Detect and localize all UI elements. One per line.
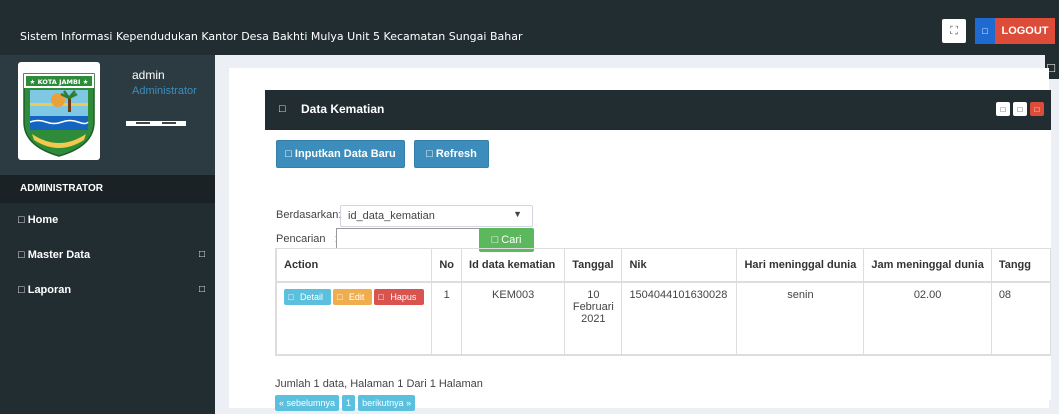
box-title: Data Kematian — [301, 102, 385, 116]
cell-id: KEM003 — [461, 281, 566, 354]
action-cell: □ Detail □ Edit □ Hapus — [276, 281, 433, 354]
add-data-button[interactable]: □ Inputkan Data Baru — [276, 140, 405, 168]
logout-button[interactable]: □ LOGOUT — [975, 18, 1055, 44]
cell-tanggal-2: 08 — [990, 281, 1051, 354]
master-data-icon: □ — [18, 249, 25, 261]
table-header-row: Action No Id data kematian Tanggal Nik H… — [276, 248, 1051, 283]
column-header: No — [431, 248, 463, 283]
row-actions: □ Detail □ Edit □ Hapus — [284, 288, 425, 305]
logout-label: LOGOUT — [995, 18, 1055, 44]
box-tools: □ □ □ — [996, 102, 1044, 116]
pagination: « sebelumnya 1 berikutnya » — [275, 395, 416, 411]
user-panel: ★ KOTA JAMBI ★ admin Administrator — [0, 55, 215, 175]
data-table: Action No Id data kematian Tanggal Nik H… — [276, 248, 1051, 354]
app-title: Sistem Informasi Kependudukan Kantor Des… — [20, 30, 523, 43]
box-header: □ Data Kematian □ □ □ — [265, 90, 1051, 130]
sidebar-item-laporan[interactable]: □ Laporan □ — [0, 273, 215, 308]
sidebar-item-home[interactable]: □ Home — [0, 203, 215, 238]
user-role: Administrator — [132, 85, 197, 97]
data-kematian-box: □ Data Kematian □ □ □ □ Inputkan Data Ba… — [265, 90, 1051, 411]
chevron-icon: □ — [198, 249, 205, 260]
column-header: Tanggal — [564, 248, 623, 283]
cell-tanggal: 10 Februari 2021 — [564, 281, 623, 354]
search-icon: □ — [491, 234, 502, 246]
column-header: Id data kematian — [461, 248, 566, 283]
menu-header: ADMINISTRATOR — [0, 175, 215, 203]
edit-button[interactable]: □ Edit — [332, 288, 373, 305]
column-header: Action — [276, 248, 433, 283]
sidebar-item-master-data[interactable]: □ Master Data □ — [0, 238, 215, 273]
expand-icon[interactable]: ⛶ — [942, 19, 966, 43]
top-navbar: Sistem Informasi Kependudukan Kantor Des… — [0, 0, 1059, 55]
user-name: admin — [132, 68, 165, 82]
refresh-label: Refresh — [435, 148, 477, 160]
sidebar-item-label: Home — [27, 214, 59, 226]
refresh-button[interactable]: □ Refresh — [414, 140, 489, 168]
add-data-label: Inputkan Data Baru — [294, 148, 396, 160]
filter-label: Berdasarkan: — [276, 209, 342, 221]
chevron-icon: □ — [198, 284, 205, 295]
maximize-icon[interactable]: □ — [1013, 102, 1027, 116]
content-panel: □ Data Kematian □ □ □ □ Inputkan Data Ba… — [229, 68, 1051, 411]
delete-button[interactable]: □ Hapus — [374, 288, 425, 305]
data-table-container[interactable]: Action No Id data kematian Tanggal Nik H… — [275, 248, 1051, 356]
logout-icon: □ — [975, 18, 995, 44]
add-icon: □ — [285, 148, 295, 160]
search-input[interactable] — [336, 228, 493, 249]
column-header: Nik — [621, 248, 738, 283]
sidebar-item-label: Laporan — [27, 284, 72, 296]
search-label: Pencarian : — [276, 233, 338, 245]
user-status-bar — [126, 121, 186, 126]
main-content: □ Data Kematian □ □ □ □ Inputkan Data Ba… — [215, 55, 1051, 414]
caret-down-icon: ▼ — [513, 209, 522, 219]
cell-jam: 02.00 — [863, 281, 992, 354]
column-header: Hari meninggal dunia — [736, 248, 865, 283]
report-icon: □ — [18, 284, 25, 296]
home-icon: □ — [18, 214, 25, 226]
filter-select-value: id_data_kematian — [348, 210, 435, 222]
sidebar: ★ KOTA JAMBI ★ admin Administrator ADMIN… — [0, 55, 215, 414]
detail-button[interactable]: □ Detail — [284, 288, 331, 305]
prev-page-button[interactable]: « sebelumnya — [275, 395, 340, 411]
kota-jambi-logo: ★ KOTA JAMBI ★ — [18, 62, 100, 160]
collapse-icon[interactable]: □ — [996, 102, 1010, 116]
logo-text: ★ KOTA JAMBI ★ — [30, 78, 89, 86]
page-button[interactable]: 1 — [342, 395, 356, 411]
navbar-actions: ⛶ □ LOGOUT — [942, 18, 1055, 44]
cell-nik: 1504044101630028 — [621, 281, 738, 354]
sidebar-item-label: Master Data — [27, 249, 91, 261]
close-icon[interactable]: □ — [1030, 102, 1044, 116]
cell-no: 1 — [431, 281, 463, 354]
search-button-label: Cari — [501, 234, 522, 246]
cell-hari: senin — [736, 281, 865, 354]
refresh-icon: □ — [426, 148, 436, 160]
filter-select[interactable]: id_data_kematian ▼ — [340, 205, 533, 227]
column-header: Tangg — [990, 248, 1051, 283]
column-header: Jam meninggal dunia — [863, 248, 992, 283]
pagination-summary: Jumlah 1 data, Halaman 1 Dari 1 Halaman — [275, 378, 483, 390]
box-title-icon: □ — [279, 103, 286, 115]
next-page-button[interactable]: berikutnya » — [358, 395, 416, 411]
table-row: □ Detail □ Edit □ Hapus 1 KEM003 10 Febr… — [276, 281, 1051, 354]
